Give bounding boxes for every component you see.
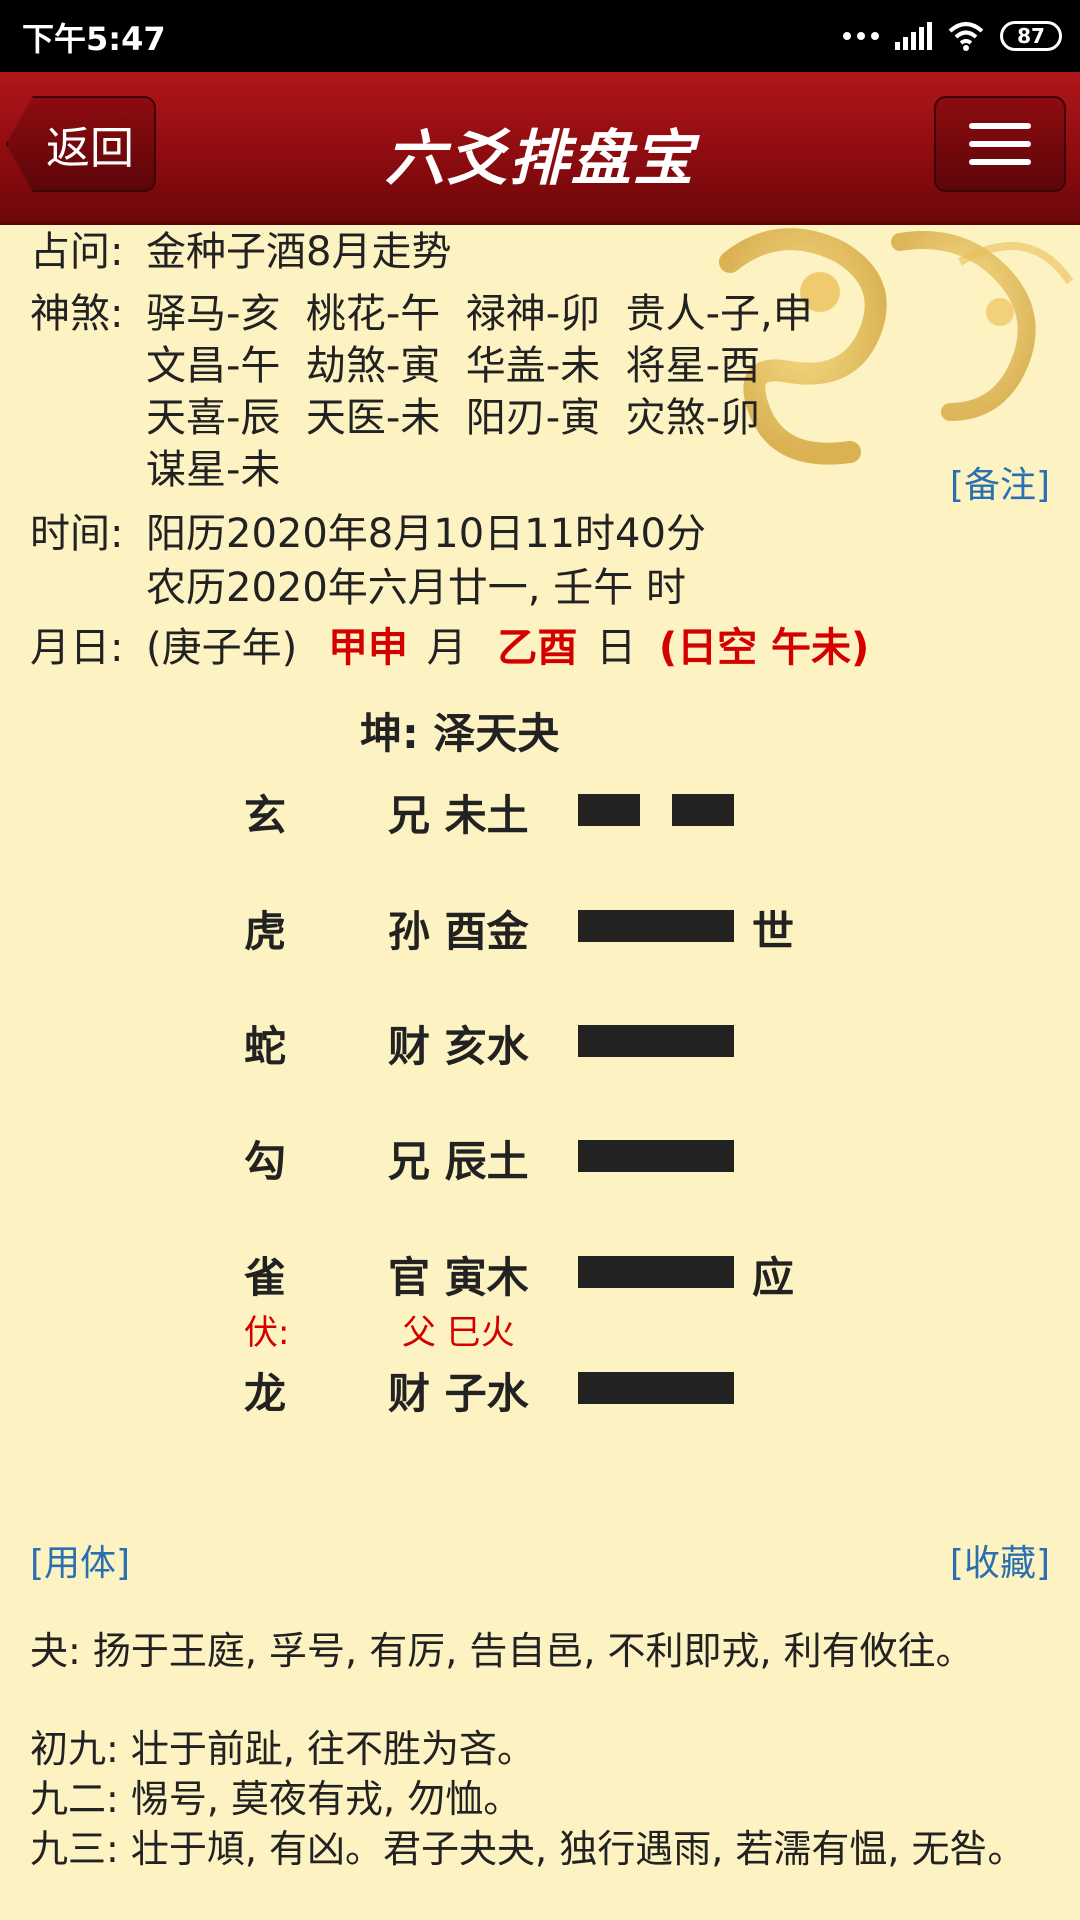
- spirit-label: 龙: [244, 1369, 287, 1418]
- hexagram-line: 蛇 财 亥水: [0, 1013, 1080, 1073]
- line-marker: 世: [752, 907, 795, 956]
- line-text: 九三: 壮于頄, 有凶。君子夬夬, 独行遇雨, 若濡有愠, 无咎。: [30, 1827, 1026, 1871]
- kong-wang: (日空 午未): [658, 625, 870, 671]
- status-time: 下午5:47: [22, 20, 166, 58]
- year-ganzhi: (庚子年): [146, 625, 298, 671]
- time-row: 时间: 阳历2020年8月10日11时40分: [30, 508, 706, 560]
- menu-button[interactable]: [934, 96, 1066, 192]
- spirit-label: 玄: [244, 791, 287, 840]
- yang-line: [578, 1140, 734, 1172]
- yang-line: [578, 1372, 734, 1404]
- hexagram-judgment: 夬: 扬于王庭, 孚号, 有厉, 告自邑, 不利即戎, 利有攸往。: [30, 1629, 974, 1673]
- line-marker: 应: [752, 1253, 795, 1302]
- favorite-link[interactable]: [收藏]: [950, 1534, 1050, 1586]
- yang-line: [578, 910, 734, 942]
- more-dots-icon: [843, 32, 879, 40]
- relation-label: 孙 酉金: [388, 907, 529, 956]
- hexagram-line: 玄 兄 未土: [0, 782, 1080, 842]
- spirit-label: 虎: [244, 907, 287, 956]
- fu-label: 伏:: [244, 1313, 290, 1353]
- hexagram-line: 虎 孙 酉金 世: [0, 898, 1080, 958]
- day-ganzhi: 乙酉: [497, 625, 578, 671]
- spirit-label: 勾: [244, 1137, 287, 1186]
- hexagram-line: 龙 财 子水: [0, 1360, 1080, 1420]
- back-button[interactable]: 返回: [6, 96, 156, 192]
- monthday-label: 月日:: [30, 625, 124, 671]
- solar-date: 阳历2020年8月10日11时40分: [146, 511, 706, 557]
- battery-icon: 87: [1000, 21, 1062, 51]
- hexagram-line: 雀 官 寅木 应: [0, 1244, 1080, 1304]
- relation-label: 官 寅木: [388, 1253, 529, 1302]
- hexagram-name: 坤: 泽天夬: [360, 709, 560, 758]
- shensha-row: 神煞: 驿马-亥 桃花-午 禄神-卯 贵人-子,申: [30, 288, 813, 340]
- monthday-row: 月日: (庚子年) 甲申 月 乙酉 日 (日空 午未): [30, 622, 869, 674]
- app-title: 六爻排盘宝: [385, 124, 695, 194]
- yin-line: [578, 794, 734, 826]
- question-row: 占问: 金种子酒8月走势: [30, 226, 451, 278]
- yang-line: [578, 1256, 734, 1288]
- lunar-date: 农历2020年六月廿一, 壬午 时: [146, 565, 686, 611]
- shensha-line: 驿马-亥 桃花-午 禄神-卯 贵人-子,申: [146, 291, 813, 337]
- yongti-link[interactable]: [用体]: [30, 1534, 130, 1586]
- line-text: 九二: 惕号, 莫夜有戎, 勿恤。: [30, 1777, 522, 1821]
- status-bar: 下午5:47 87: [0, 0, 1080, 72]
- relation-label: 财 子水: [388, 1369, 529, 1418]
- signal-icon: [895, 22, 932, 50]
- hexagram-line: 勾 兄 辰土: [0, 1128, 1080, 1188]
- hamburger-icon: [969, 123, 1031, 129]
- yang-line: [578, 1025, 734, 1057]
- note-link[interactable]: [备注]: [950, 456, 1050, 508]
- relation-label: 兄 辰土: [388, 1137, 529, 1186]
- time-label: 时间:: [30, 511, 124, 557]
- shensha-line: 谋星-未: [146, 447, 281, 493]
- shensha-line: 天喜-辰 天医-未 阳刃-寅 灾煞-卯: [146, 395, 761, 441]
- month-ganzhi: 甲申: [327, 625, 408, 671]
- month-char: 月: [426, 625, 467, 671]
- day-char: 日: [596, 625, 637, 671]
- shensha-label: 神煞:: [30, 291, 124, 337]
- app-header: 返回 六爻排盘宝: [0, 72, 1080, 225]
- question-label: 占问:: [30, 229, 124, 275]
- shensha-line: 文昌-午 劫煞-寅 华盖-未 将星-酉: [146, 343, 761, 389]
- relation-label: 财 亥水: [388, 1022, 529, 1071]
- relation-label: 兄 未土: [388, 791, 529, 840]
- spirit-label: 蛇: [244, 1022, 287, 1071]
- line-text: 初九: 壮于前趾, 往不胜为吝。: [30, 1727, 536, 1771]
- wifi-icon: [948, 22, 984, 51]
- spirit-label: 雀: [244, 1253, 287, 1302]
- question-text: 金种子酒8月走势: [146, 229, 452, 275]
- fu-value: 父 巳火: [402, 1313, 515, 1353]
